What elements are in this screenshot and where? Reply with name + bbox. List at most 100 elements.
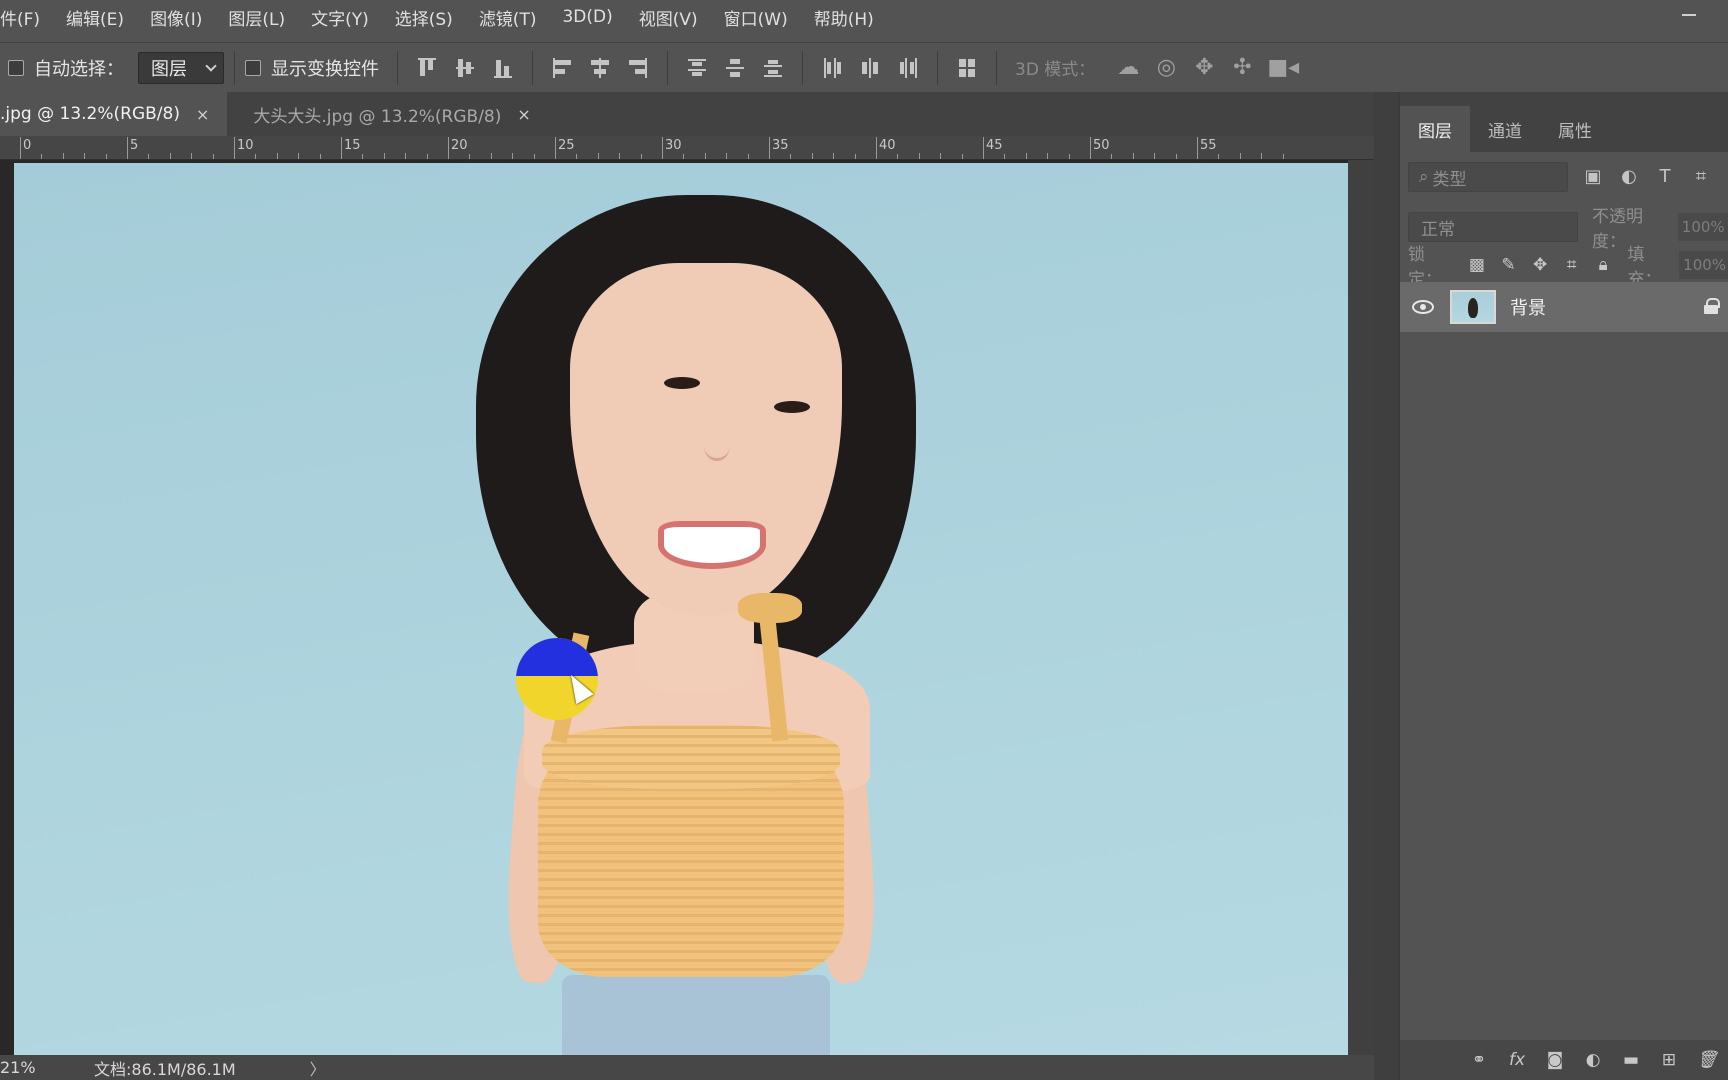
ruler-minor-tick	[790, 154, 792, 159]
distribute-top-icon[interactable]	[686, 56, 708, 80]
mask-icon[interactable]: ◙	[1544, 1049, 1566, 1071]
visibility-eye-icon[interactable]	[1412, 300, 1434, 314]
photo-ruffle	[542, 725, 840, 789]
distribute-hcenter-icon[interactable]	[859, 56, 881, 80]
menu-filter[interactable]: 滤镜(T)	[465, 5, 549, 30]
lock-position-icon[interactable]: ✥	[1530, 254, 1551, 276]
canvas-area[interactable]	[0, 160, 1374, 1055]
ruler-minor-tick	[619, 153, 621, 159]
ruler-label: 35	[772, 138, 789, 153]
tab-layers[interactable]: 图层	[1400, 106, 1470, 152]
layer-name[interactable]: 背景	[1510, 294, 1546, 320]
distribute-left-icon[interactable]	[821, 56, 843, 80]
layer-row[interactable]: 背景	[1400, 282, 1728, 332]
zoom-level[interactable]: 21%	[0, 1058, 36, 1077]
layer-filter-select[interactable]: ⌕ 类型	[1408, 162, 1568, 192]
close-icon[interactable]: ×	[196, 105, 209, 124]
lock-artboard-icon[interactable]: ⌗	[1561, 254, 1582, 276]
roll-3d-icon[interactable]: ◎	[1153, 55, 1179, 81]
opacity-input[interactable]: 100%	[1677, 213, 1728, 241]
ruler-minor-tick	[1154, 153, 1156, 159]
ruler-minor-tick	[897, 154, 899, 159]
align-hcenter-icon[interactable]	[589, 56, 611, 80]
vertical-scrollbar[interactable]	[1348, 160, 1374, 1055]
ruler-major-tick	[1197, 137, 1198, 159]
folder-icon[interactable]: ▬	[1620, 1049, 1642, 1071]
menu-help[interactable]: 帮助(H)	[800, 5, 886, 30]
align-top-icon[interactable]	[416, 56, 438, 80]
ruler-major-tick	[769, 137, 770, 159]
rotate-3d-icon[interactable]: ☁	[1115, 55, 1141, 81]
document-canvas[interactable]	[14, 163, 1348, 1055]
link-icon[interactable]: ⚭	[1468, 1049, 1490, 1071]
options-bar: 自动选择： 图层 显示变换控件 3D 模式： ☁ ◎ ✥ ✣ ■◂	[0, 42, 1728, 92]
tab-document-2[interactable]: 大头大头.jpg @ 13.2%(RGB/8) ×	[227, 92, 544, 136]
divider	[532, 50, 533, 85]
menu-window[interactable]: 窗口(W)	[710, 5, 800, 30]
divider	[667, 50, 668, 85]
drag-3d-icon[interactable]: ✥	[1191, 55, 1217, 81]
menu-image[interactable]: 图像(I)	[136, 5, 214, 30]
auto-select-value: 图层	[151, 58, 187, 80]
divider	[996, 50, 997, 85]
distribute-bottom-icon[interactable]	[762, 56, 784, 80]
ruler-minor-tick	[918, 153, 920, 159]
layer-filter-row: ⌕ 类型 ▣ ◐ T ⌗ ▯	[1408, 162, 1728, 192]
ruler-minor-tick	[469, 154, 471, 159]
panel-divider	[1374, 92, 1398, 1080]
ruler-major-tick	[876, 137, 877, 159]
menu-file[interactable]: 件(F)	[0, 5, 52, 30]
lock-icon[interactable]	[1704, 298, 1720, 314]
fill-input[interactable]: 100%	[1679, 251, 1728, 279]
align-vcenter-icon[interactable]	[454, 56, 476, 80]
blend-mode-select[interactable]: 正常	[1408, 212, 1578, 242]
align-bottom-icon[interactable]	[492, 56, 514, 80]
ruler-minor-tick	[62, 153, 64, 159]
auto-align-icon[interactable]	[956, 56, 978, 80]
camera-3d-icon[interactable]: ■◂	[1267, 55, 1299, 81]
close-icon[interactable]: ×	[517, 105, 530, 124]
shape-filter-icon[interactable]: ⌗	[1690, 166, 1712, 188]
photo-eye-left	[664, 377, 700, 389]
adjustment-filter-icon[interactable]: ◐	[1618, 166, 1640, 188]
lock-transparent-icon[interactable]: ▩	[1467, 254, 1488, 276]
status-menu-arrow-icon[interactable]: 〉	[310, 1056, 326, 1080]
lock-all-icon[interactable]: 🔒︎	[1593, 254, 1614, 276]
tab-properties[interactable]: 属性	[1540, 106, 1610, 152]
panel-bottom-toolbar: ⚭ fx ◙ ◐ ▬ ⊞ 🗑︎	[1400, 1040, 1728, 1080]
tab-document-1[interactable]: .jpg @ 13.2%(RGB/8) ×	[0, 92, 228, 136]
menu-3d[interactable]: 3D(D)	[548, 7, 624, 27]
ruler-major-tick	[1090, 137, 1091, 159]
show-transform-checkbox[interactable]	[245, 59, 261, 76]
ruler-minor-tick	[1025, 153, 1027, 159]
align-left-icon[interactable]	[551, 56, 573, 80]
blend-mode-value: 正常	[1421, 219, 1455, 240]
distribute-vcenter-icon[interactable]	[724, 56, 746, 80]
adjustment-icon[interactable]: ◐	[1582, 1049, 1604, 1071]
align-right-icon[interactable]	[627, 56, 649, 80]
menu-type[interactable]: 文字(Y)	[297, 5, 381, 30]
menu-layer[interactable]: 图层(L)	[214, 5, 297, 30]
menu-view[interactable]: 视图(V)	[625, 5, 710, 30]
slide-3d-icon[interactable]: ✣	[1229, 55, 1255, 81]
tab-channels[interactable]: 通道	[1470, 106, 1540, 152]
menu-edit[interactable]: 编辑(E)	[52, 5, 136, 30]
menu-select[interactable]: 选择(S)	[381, 5, 465, 30]
lock-paint-icon[interactable]: ✎	[1498, 254, 1519, 276]
horizontal-ruler[interactable]: 0 5 10 15 20 25 30 35 40 45 50 55	[0, 136, 1374, 160]
filter-placeholder: 类型	[1432, 169, 1467, 190]
ruler-minor-tick	[576, 154, 578, 159]
minimize-button[interactable]	[1672, 6, 1706, 22]
type-filter-icon[interactable]: T	[1654, 166, 1676, 188]
image-filter-icon[interactable]: ▣	[1582, 166, 1604, 188]
auto-select-dropdown[interactable]: 图层	[138, 51, 224, 84]
search-icon: ⌕	[1419, 167, 1429, 187]
ruler-minor-tick	[512, 153, 514, 159]
ruler-minor-tick	[255, 154, 257, 159]
ruler-label: 20	[451, 138, 468, 153]
auto-select-checkbox[interactable]	[8, 59, 24, 76]
trash-icon[interactable]: 🗑︎	[1696, 1049, 1718, 1071]
new-layer-icon[interactable]: ⊞	[1658, 1049, 1680, 1071]
fx-icon[interactable]: fx	[1506, 1049, 1528, 1071]
distribute-right-icon[interactable]	[897, 56, 919, 80]
